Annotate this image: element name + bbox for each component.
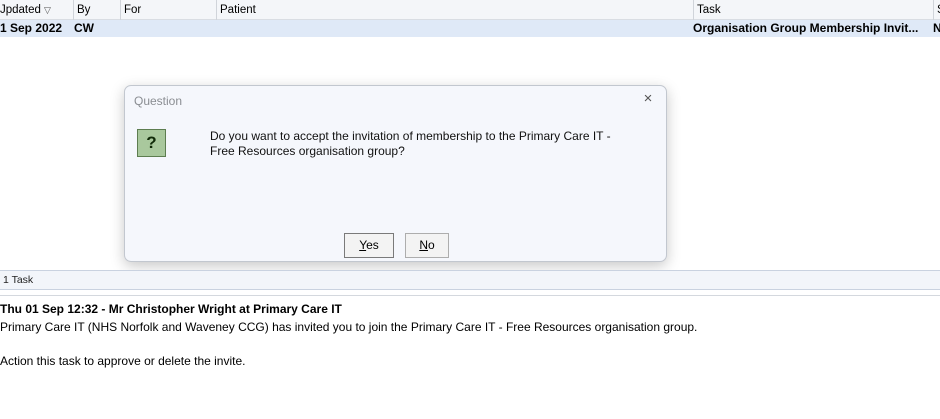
- cell-for: [121, 20, 216, 37]
- yes-button[interactable]: Yes: [344, 233, 394, 258]
- task-table-header: Jpdated▽ By For Patient Task S: [0, 0, 940, 20]
- cell-status: N: [933, 21, 940, 35]
- question-mark-icon: ?: [137, 129, 166, 157]
- column-header-updated[interactable]: Jpdated ▽: [0, 0, 73, 20]
- close-icon[interactable]: ×: [640, 91, 656, 107]
- column-header-updated-label: Jpdated: [0, 4, 41, 16]
- column-header-by[interactable]: By: [73, 0, 120, 20]
- dialog-message-line-1: Do you want to accept the invitation of …: [210, 129, 611, 143]
- dialog-message: Do you want to accept the invitation of …: [210, 129, 650, 159]
- cell-patient: [217, 20, 693, 37]
- dialog-title: Question: [134, 94, 183, 108]
- yes-label-rest: es: [366, 238, 379, 252]
- sort-descending-icon: ▽: [43, 5, 51, 15]
- no-label-rest: o: [427, 238, 435, 252]
- task-detail-instruction: Action this task to approve or delete th…: [0, 354, 246, 368]
- question-dialog: Question × ? Do you want to accept the i…: [124, 85, 667, 262]
- cell-task: Organisation Group Membership Invit...: [693, 21, 919, 35]
- no-mnemonic: N: [419, 238, 428, 252]
- no-button[interactable]: No: [405, 233, 449, 258]
- cell-by: CW: [74, 21, 94, 35]
- divider: [0, 295, 940, 296]
- column-header-patient[interactable]: Patient: [216, 0, 693, 20]
- task-count-label: 1 Task: [3, 274, 34, 286]
- task-count-bar: 1 Task: [0, 270, 940, 290]
- table-row[interactable]: 1 Sep 2022 CW Organisation Group Members…: [0, 20, 940, 37]
- column-header-status[interactable]: S: [933, 0, 940, 20]
- task-detail-text: Primary Care IT (NHS Norfolk and Waveney…: [0, 320, 698, 334]
- cell-updated: 1 Sep 2022: [0, 21, 63, 35]
- column-header-for[interactable]: For: [120, 0, 216, 20]
- column-header-task[interactable]: Task: [693, 0, 933, 20]
- task-detail-heading: Thu 01 Sep 12:32 - Mr Christopher Wright…: [0, 302, 342, 316]
- dialog-message-line-2: Free Resources organisation group?: [210, 144, 405, 158]
